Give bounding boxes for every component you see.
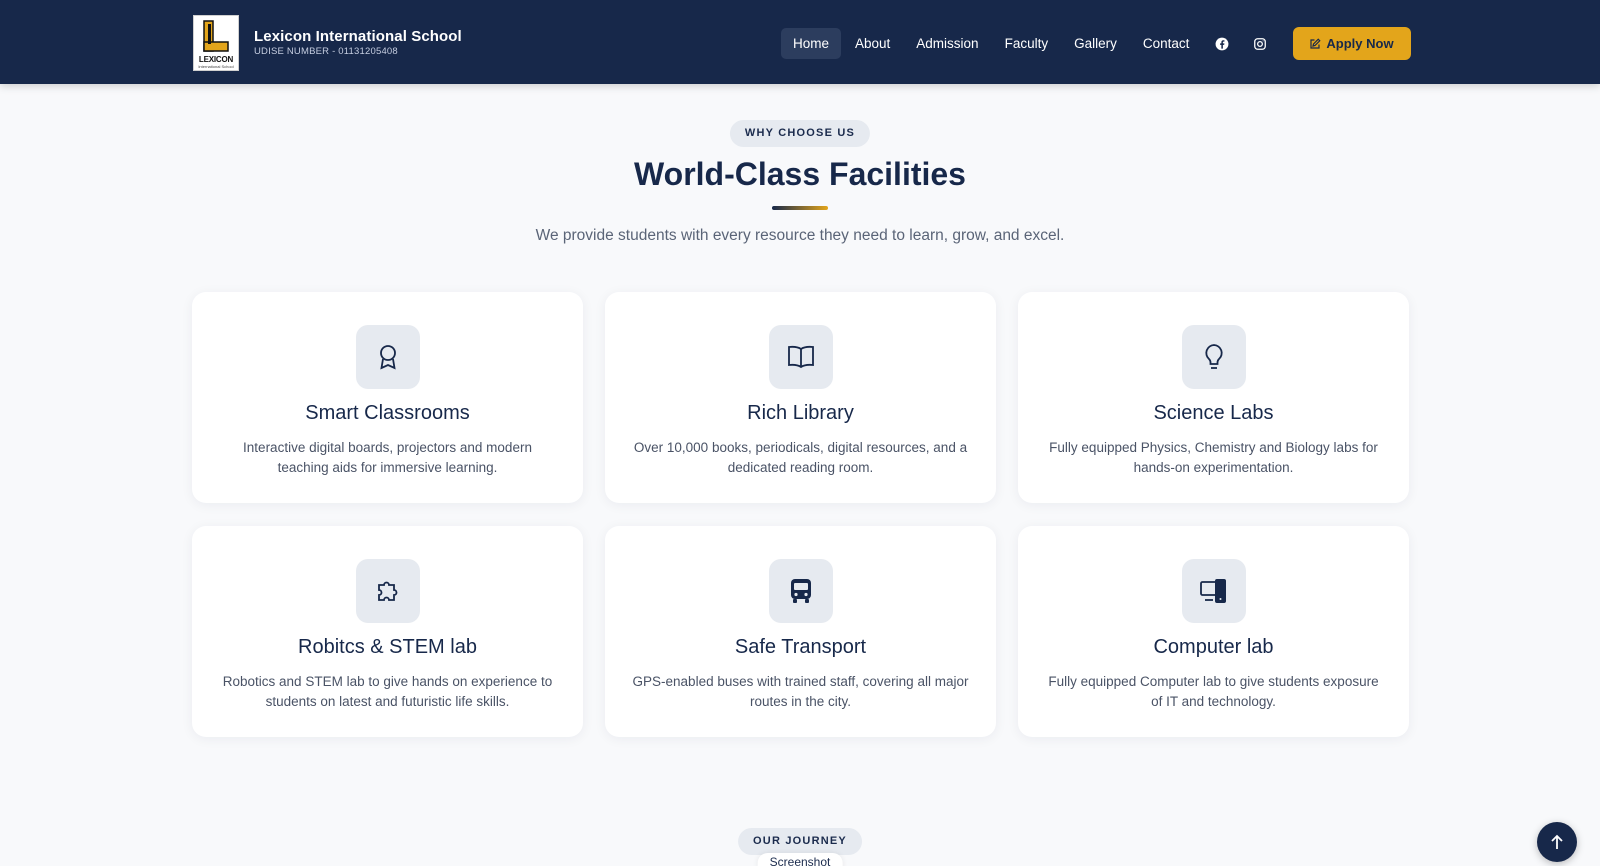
- apply-now-label: Apply Now: [1326, 36, 1394, 51]
- facility-card-rich-library: Rich Library Over 10,000 books, periodic…: [605, 292, 996, 503]
- facebook-icon[interactable]: [1212, 34, 1232, 54]
- card-title: Safe Transport: [734, 636, 867, 658]
- nav-about[interactable]: About: [843, 28, 902, 59]
- school-name: Lexicon International School: [254, 28, 462, 45]
- edit-icon: [1310, 37, 1321, 49]
- facility-card-robotics-stem: Robitcs & STEM lab Robotics and STEM lab…: [192, 526, 583, 737]
- card-description: Interactive digital boards, projectors a…: [243, 440, 532, 475]
- scroll-to-top-button[interactable]: [1537, 822, 1577, 862]
- logo-text: LEXICON: [198, 55, 234, 64]
- section-subtitle: We provide students with every resource …: [535, 227, 1065, 244]
- card-title: Robitcs & STEM lab: [298, 636, 477, 658]
- card-title: Science Labs: [1153, 402, 1274, 424]
- card-description: Robotics and STEM lab to give hands on e…: [222, 674, 553, 709]
- card-title: Smart Classrooms: [305, 402, 470, 424]
- arrow-up-icon: [1551, 834, 1563, 849]
- title-underline: [772, 206, 828, 210]
- nav-faculty[interactable]: Faculty: [993, 28, 1061, 59]
- udise-number: UDISE NUMBER - 01131205408: [254, 46, 398, 57]
- nav-admission[interactable]: Admission: [904, 28, 990, 59]
- card-description: Fully equipped Physics, Chemistry and Bi…: [1049, 440, 1378, 475]
- apply-now-button[interactable]: Apply Now: [1293, 27, 1411, 60]
- site-header: LEXICON International School Lexicon Int…: [0, 0, 1600, 84]
- facility-card-science-labs: Science Labs Fully equipped Physics, Che…: [1018, 292, 1409, 503]
- main-nav: Home About Admission Faculty Gallery Con…: [781, 27, 1411, 60]
- instagram-icon[interactable]: [1250, 34, 1270, 54]
- nav-contact[interactable]: Contact: [1131, 28, 1202, 59]
- section-eyebrow: WHY CHOOSE US: [729, 120, 871, 147]
- card-title: Computer lab: [1153, 636, 1274, 658]
- facility-card-smart-classrooms: Smart Classrooms Interactive digital boa…: [192, 292, 583, 503]
- section-title: World-Class Facilities: [634, 156, 966, 192]
- award-icon: [356, 325, 420, 389]
- logo-mark-icon: [203, 20, 229, 52]
- card-description: Over 10,000 books, periodicals, digital …: [633, 440, 968, 475]
- journey-eyebrow: OUR JOURNEY: [738, 828, 862, 855]
- devices-icon: [1182, 559, 1246, 623]
- book-open-icon: [769, 325, 833, 389]
- bus-icon: [769, 559, 833, 623]
- brand[interactable]: LEXICON International School Lexicon Int…: [193, 15, 462, 71]
- facility-card-computer-lab: Computer lab Fully equipped Computer lab…: [1018, 526, 1409, 737]
- nav-home[interactable]: Home: [781, 28, 842, 59]
- screenshot-label: Screenshot: [757, 853, 843, 866]
- brand-text: Lexicon International School UDISE NUMBE…: [254, 28, 462, 58]
- card-description: Fully equipped Computer lab to give stud…: [1048, 674, 1379, 709]
- facility-card-safe-transport: Safe Transport GPS-enabled buses with tr…: [605, 526, 996, 737]
- lightbulb-icon: [1182, 325, 1246, 389]
- school-logo: LEXICON International School: [193, 15, 239, 71]
- nav-gallery[interactable]: Gallery: [1062, 28, 1129, 59]
- card-description: GPS-enabled buses with trained staff, co…: [632, 674, 969, 709]
- logo-subtext: International School: [198, 64, 234, 69]
- puzzle-icon: [356, 559, 420, 623]
- card-title: Rich Library: [747, 402, 854, 424]
